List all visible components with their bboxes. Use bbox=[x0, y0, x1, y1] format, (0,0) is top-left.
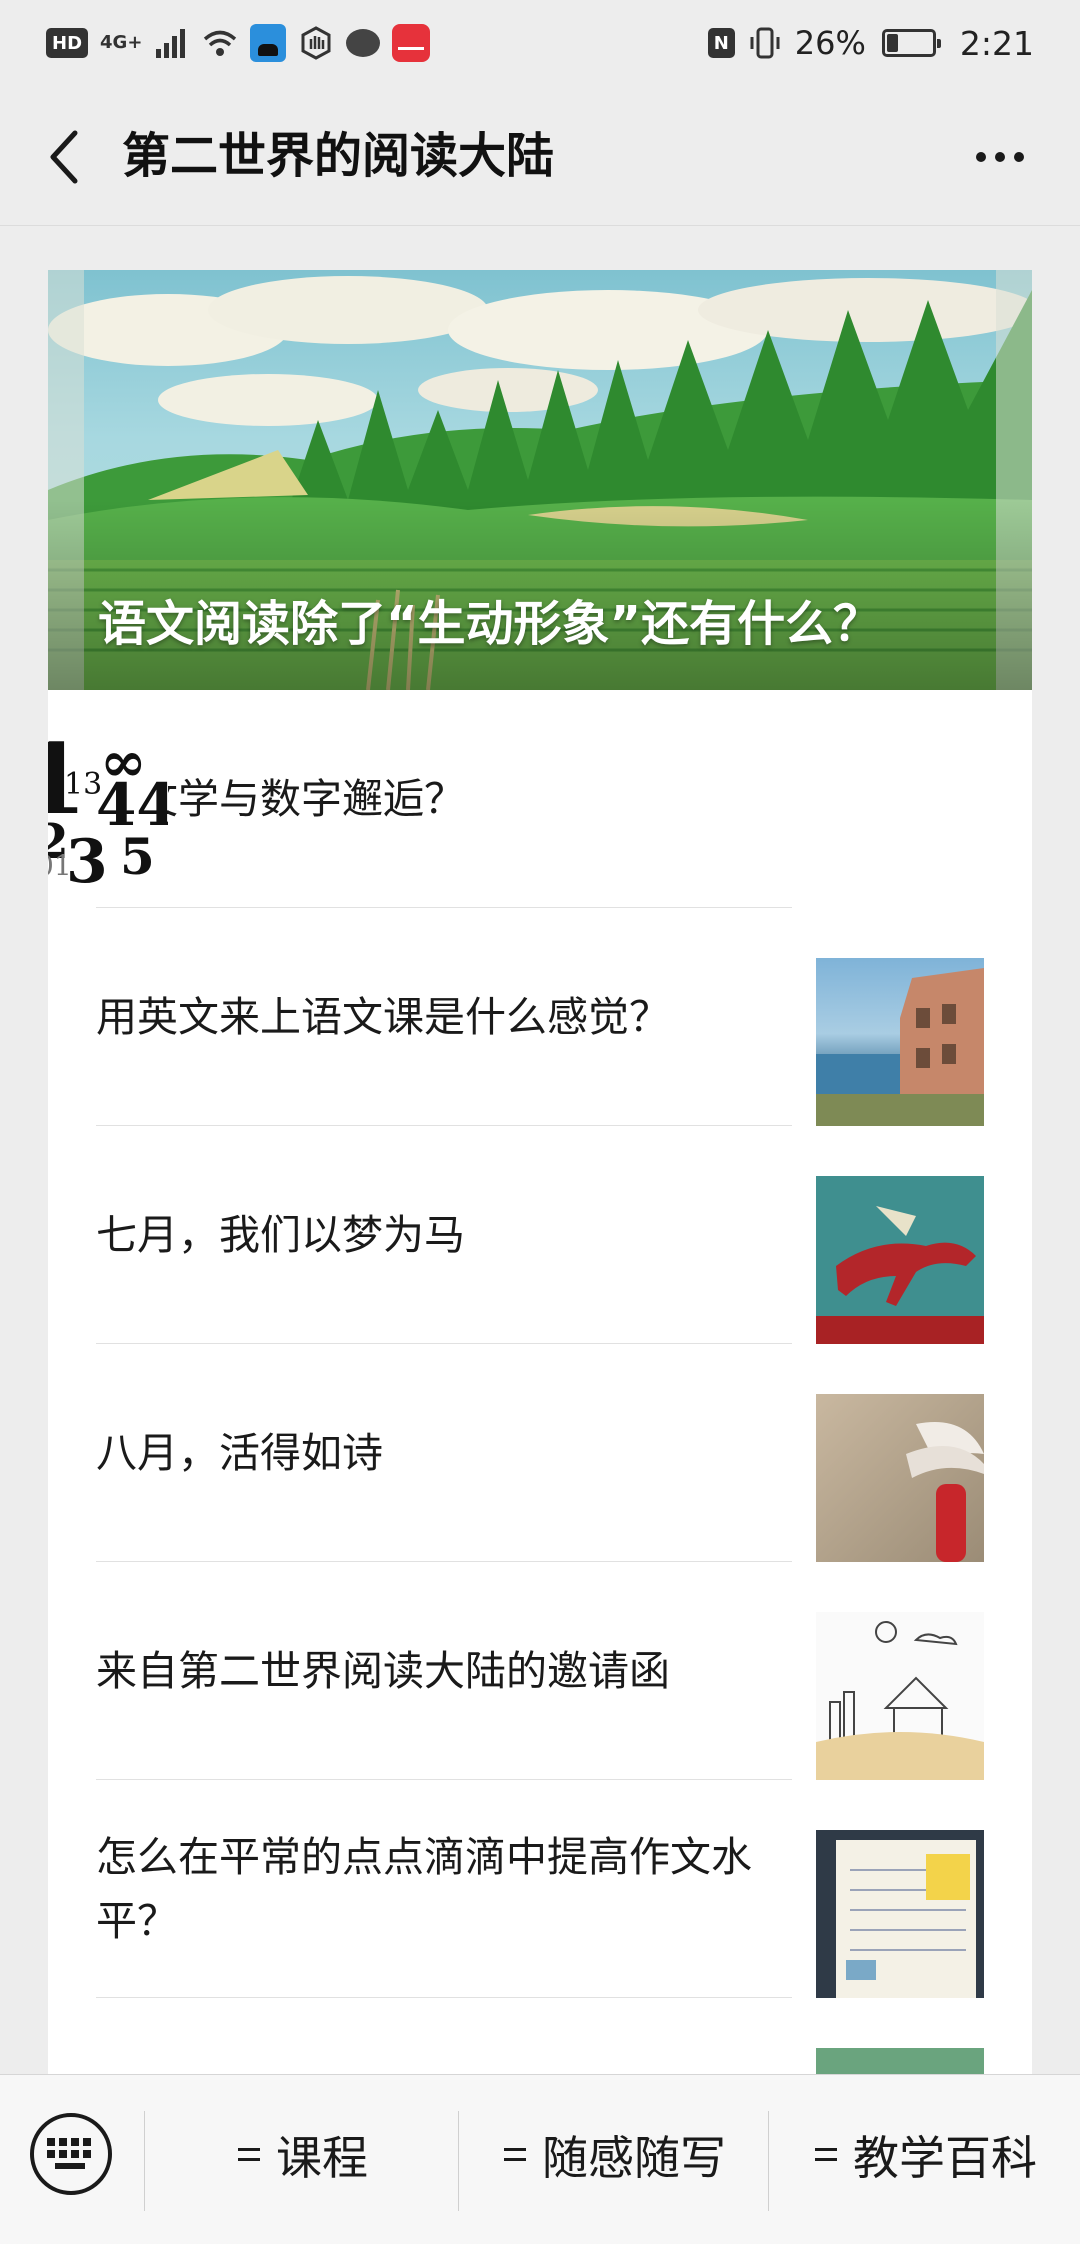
menu-courses[interactable]: 课程 bbox=[148, 2105, 458, 2205]
dream-horse-thumbnail bbox=[816, 1176, 984, 1344]
article-title: 七月，我们以梦为马 bbox=[96, 1211, 465, 1259]
article-title: 来自第二世界阅读大陆的邀请函 bbox=[96, 1647, 670, 1695]
back-button[interactable] bbox=[30, 122, 100, 192]
menu-lines-icon bbox=[504, 2145, 526, 2165]
keyboard-toggle-button[interactable] bbox=[30, 2113, 112, 2195]
menu-notes[interactable]: 随感随写 bbox=[462, 2105, 768, 2205]
battery-percent: 26% bbox=[794, 24, 866, 62]
article-title: 八月，活得如诗 bbox=[96, 1429, 383, 1477]
menu-label: 课程 bbox=[276, 2131, 368, 2185]
thumb-number: 3 bbox=[66, 827, 108, 897]
menu-lines-icon bbox=[815, 2145, 837, 2165]
menu-lines-icon bbox=[238, 2145, 260, 2165]
article-title: 当文学与数字邂逅？ bbox=[96, 775, 465, 823]
battery-icon bbox=[881, 29, 941, 57]
page-title: 第二世界的阅读大陆 bbox=[122, 128, 555, 184]
list-item[interactable]: 用英文来上语文课是什么感觉？ bbox=[48, 908, 1032, 1126]
status-right: N 26% 2:21 bbox=[707, 23, 1034, 63]
article-title: 怎么在平常的点点滴滴中提高作文水平？ bbox=[96, 1833, 752, 1945]
numbers-collage-thumbnail: 1 ∞ 13 44 12 3 8 5 01 bbox=[48, 740, 168, 908]
keyboard-icon bbox=[47, 2138, 91, 2169]
separator bbox=[768, 2111, 769, 2211]
status-left: HD 4G+ bbox=[46, 24, 431, 62]
thumb-number: 44 bbox=[96, 771, 168, 839]
chevron-left-icon bbox=[50, 130, 78, 184]
menu-label: 随感随写 bbox=[542, 2131, 726, 2185]
vibrate-icon bbox=[750, 27, 780, 59]
hd-badge: HD bbox=[46, 28, 89, 58]
book-sketch-thumbnail bbox=[816, 1612, 984, 1780]
article-list: 当文学与数字邂逅？ 1 ∞ 13 44 12 3 8 5 01 用英文来上语文课… bbox=[48, 690, 1032, 2075]
list-item[interactable]: 七月，我们以梦为马 bbox=[48, 1126, 1032, 1344]
nfc-icon: N bbox=[707, 28, 735, 58]
bottom-menu-bar: 课程 随感随写 教学百科 bbox=[0, 2074, 1080, 2244]
list-item[interactable]: 当文学与数字邂逅？ 1 ∞ 13 44 12 3 8 5 01 bbox=[48, 690, 1032, 908]
article-title: 用英文来上语文课是什么感觉？ bbox=[96, 993, 670, 1041]
menu-label: 教学百科 bbox=[853, 2131, 1037, 2185]
message-bubble-icon bbox=[346, 29, 381, 57]
separator bbox=[144, 2111, 145, 2211]
seaside-town-thumbnail bbox=[816, 958, 984, 1126]
more-dot bbox=[995, 152, 1005, 162]
umbrella-rain-thumbnail bbox=[816, 1394, 984, 1562]
hero-title: 语文阅读除了“生动形象”还有什么？ bbox=[98, 596, 882, 652]
more-button[interactable] bbox=[960, 122, 1040, 192]
article-card: 语文阅读除了“生动形象”还有什么？ 当文学与数字邂逅？ 1 ∞ 13 44 12… bbox=[48, 270, 1032, 2075]
huawei-app-icon bbox=[392, 24, 431, 62]
more-dots-icon bbox=[976, 152, 986, 162]
status-bar: HD 4G+ N 26% 2:21 bbox=[0, 0, 1080, 86]
shopping-app-icon bbox=[250, 24, 287, 62]
menu-encyclopedia[interactable]: 教学百科 bbox=[772, 2105, 1080, 2205]
partial-thumbnail bbox=[816, 2048, 984, 2075]
hero-article[interactable]: 语文阅读除了“生动形象”还有什么？ bbox=[48, 270, 1032, 690]
more-dot bbox=[1014, 152, 1024, 162]
list-item[interactable]: 来自第二世界阅读大陆的邀请函 bbox=[48, 1562, 1032, 1780]
network-type: 4G+ bbox=[100, 32, 143, 53]
separator bbox=[458, 2111, 459, 2211]
hand-icon bbox=[301, 26, 331, 60]
thumb-number: 5 bbox=[120, 827, 155, 886]
list-item[interactable]: 八月，活得如诗 bbox=[48, 1344, 1032, 1562]
wifi-icon bbox=[204, 30, 237, 56]
list-item[interactable] bbox=[48, 1998, 1032, 2075]
notebook-thumbnail bbox=[816, 1830, 984, 1998]
title-bar: 第二世界的阅读大陆 bbox=[0, 86, 1080, 226]
signal-icon bbox=[156, 29, 186, 58]
thumb-number: 01 bbox=[48, 849, 72, 882]
list-item[interactable]: 怎么在平常的点点滴滴中提高作文水平？ bbox=[48, 1780, 1032, 1998]
clock: 2:21 bbox=[959, 23, 1034, 63]
